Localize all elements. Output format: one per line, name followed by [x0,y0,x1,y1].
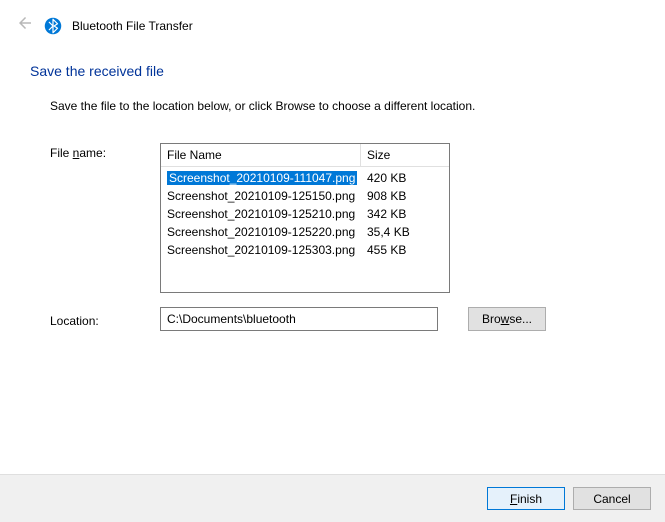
file-size-cell: 342 KB [361,205,449,223]
file-row[interactable]: Screenshot_20210109-125220.png 35,4 KB [161,223,449,241]
file-size-cell: 908 KB [361,187,449,205]
file-list-header[interactable]: File Name Size [161,144,449,167]
file-row[interactable]: Screenshot_20210109-125210.png 342 KB [161,205,449,223]
location-input[interactable] [160,307,438,331]
cancel-button[interactable]: Cancel [573,487,651,510]
content-area: Save the received file Save the file to … [0,45,665,331]
file-row[interactable]: Screenshot_20210109-125150.png 908 KB [161,187,449,205]
page-title: Save the received file [30,63,635,79]
footer-bar: Finish Cancel [0,474,665,522]
column-header-size[interactable]: Size [361,144,449,166]
column-header-name[interactable]: File Name [161,144,361,166]
bluetooth-icon [44,17,62,35]
file-size-cell: 420 KB [361,169,449,187]
window-header: Bluetooth File Transfer [0,0,665,45]
file-row[interactable]: Screenshot_20210109-111047.png 420 KB [161,169,449,187]
window-title: Bluetooth File Transfer [72,19,193,33]
finish-button[interactable]: Finish [487,487,565,510]
file-row[interactable]: Screenshot_20210109-125303.png 455 KB [161,241,449,259]
file-size-cell: 455 KB [361,241,449,259]
file-name-label: File name: [50,143,160,160]
file-size-cell: 35,4 KB [361,223,449,241]
file-name-cell: Screenshot_20210109-125303.png [167,243,355,257]
location-label: Location: [50,311,160,328]
file-list[interactable]: File Name Size Screenshot_20210109-11104… [160,143,450,293]
location-row: Location: Browse... [50,307,635,331]
browse-button[interactable]: Browse... [468,307,546,331]
file-list-body: Screenshot_20210109-111047.png420 KBScre… [161,167,449,261]
back-arrow-icon [16,14,34,37]
file-name-cell: Screenshot_20210109-125220.png [167,225,355,239]
file-name-row: File name: File Name Size Screenshot_202… [50,143,635,293]
instruction-text: Save the file to the location below, or … [50,99,635,113]
file-name-cell: Screenshot_20210109-125150.png [167,189,355,203]
file-name-cell: Screenshot_20210109-111047.png [167,171,357,185]
file-name-cell: Screenshot_20210109-125210.png [167,207,355,221]
